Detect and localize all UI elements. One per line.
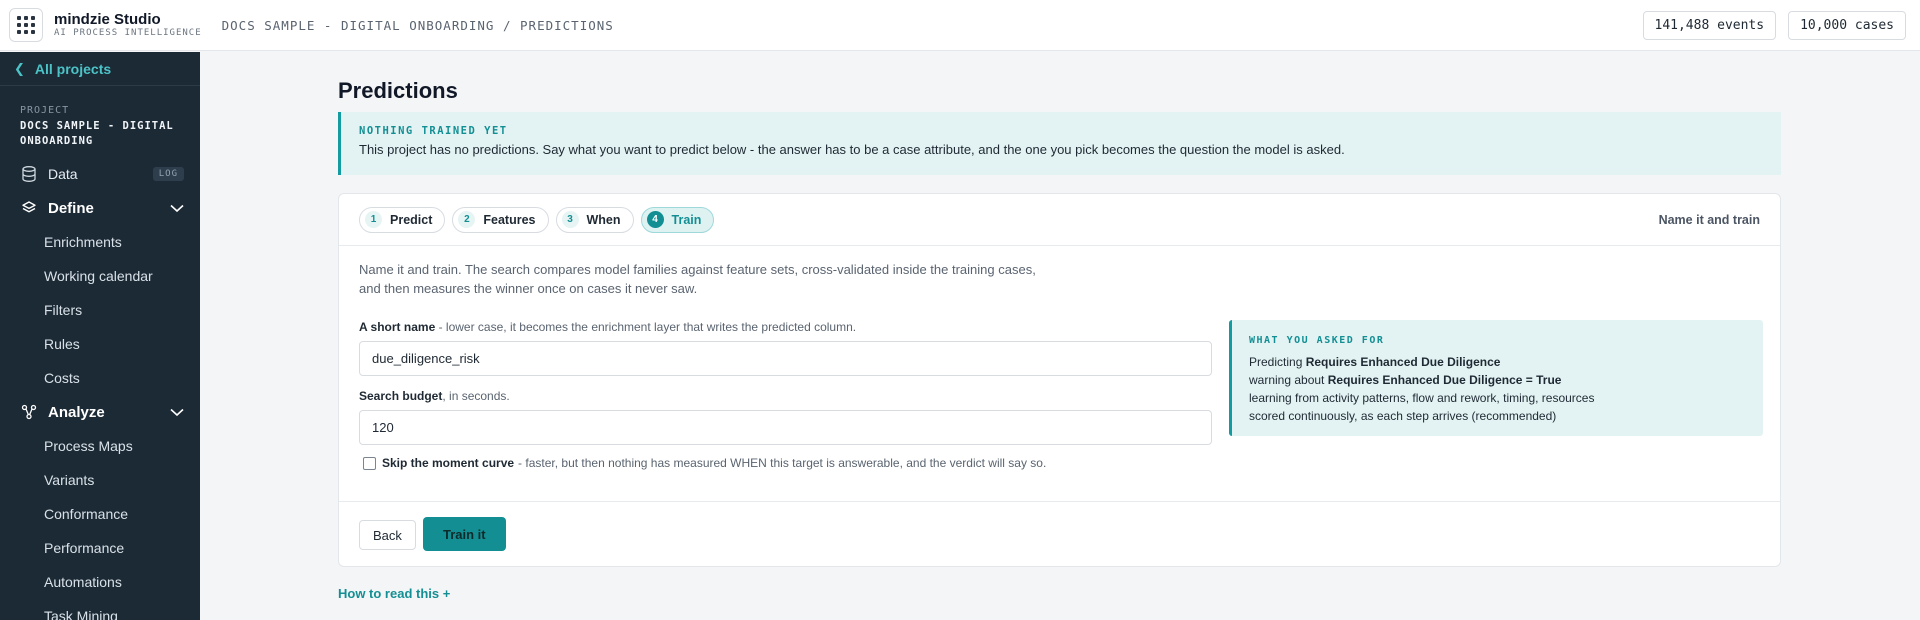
name-field-label: A short name - lower case, it becomes th… [359,320,856,334]
notice-heading: NOTHING TRAINED YET [359,125,508,137]
step-features[interactable]: 2 Features [452,206,549,233]
sidebar-item-rules[interactable]: Rules [0,327,200,361]
step-title: Name it and train [1658,212,1760,227]
asked-prefix: Predicting [1249,355,1306,369]
log-badge: LOG [152,167,184,181]
notice-body: This project has no predictions. Say wha… [359,142,1345,157]
chevron-left-icon: ❮ [14,60,25,76]
brand-name: mindzie Studio [54,11,161,28]
events-count: 141,488 events [1642,10,1777,40]
sidebar-item-conformance[interactable]: Conformance [0,497,200,531]
sidebar-section-define[interactable]: Define [0,191,200,225]
label-rest: , in seconds. [442,389,510,403]
sidebar-item-enrichments[interactable]: Enrichments [0,225,200,259]
stepper: 1 Predict 2 Features 3 When 4 Train Name… [339,194,1780,246]
grid-icon [17,16,35,34]
step-number: 1 [365,211,382,228]
step-label: When [586,212,621,227]
intro-text: Name it and train. The search compares m… [359,262,1036,296]
sidebar-item-data[interactable]: Data LOG [0,157,200,191]
sidebar-item-process-maps[interactable]: Process Maps [0,429,200,463]
all-projects-link[interactable]: ❮ All projects [0,52,200,86]
breadcrumb: DOCS SAMPLE - DIGITAL ONBOARDING / PREDI… [221,17,614,33]
chevron-down-icon [170,200,184,217]
sidebar: ❮ All projects PROJECT DOCS SAMPLE - DIG… [0,52,200,620]
budget-field-label: Search budget, in seconds. [359,389,510,403]
how-to-read-link[interactable]: How to read this + [338,586,450,601]
sidebar-item-label: Data [48,166,78,182]
project-name: DOCS SAMPLE - DIGITAL ONBOARDING [20,120,174,147]
step-train[interactable]: 4 Train [640,206,715,233]
sidebar-item-automations[interactable]: Automations [0,565,200,599]
asked-line-features: learning from activity patterns, flow an… [1249,391,1595,405]
label-bold: Search budget [359,389,443,403]
top-bar: mindzie Studio AI PROCESS INTELLIGENCE D… [0,0,1920,51]
skip-moment-curve-checkbox[interactable] [363,456,376,470]
step-number: 3 [561,211,579,228]
brand: mindzie Studio AI PROCESS INTELLIGENCE [54,11,202,39]
cases-count: 10,000 cases [1788,10,1906,40]
asked-line-scoring: scored continuously, as each step arrive… [1249,409,1557,423]
sidebar-item-performance[interactable]: Performance [0,531,200,565]
step-predict[interactable]: 1 Predict [359,206,446,233]
sidebar-item-costs[interactable]: Costs [0,361,200,395]
search-budget-input[interactable] [359,410,1212,445]
asked-value: Requires Enhanced Due Diligence [1305,355,1501,369]
main-content: Predictions NOTHING TRAINED YET This pro… [200,52,1920,620]
sidebar-section-analyze[interactable]: Analyze [0,395,200,429]
sidebar-section-label: Analyze [48,403,105,421]
sidebar-item-filters[interactable]: Filters [0,293,200,327]
notice-banner: NOTHING TRAINED YET This project has no … [338,112,1781,175]
train-it-button[interactable]: Train it [423,517,506,551]
skip-moment-curve-row: Skip the moment curve - faster, but then… [363,456,1046,470]
asked-heading: WHAT YOU ASKED FOR [1249,335,1385,346]
asked-line-warning: warning about Requires Enhanced Due Dili… [1249,371,1746,389]
step-label: Features [483,212,536,227]
step-when[interactable]: 3 When [555,206,634,233]
checkbox-label-rest: - faster, but then nothing has measured … [518,456,1047,470]
sidebar-item-variants[interactable]: Variants [0,463,200,497]
project-label: PROJECT [20,105,70,116]
train-card: 1 Predict 2 Features 3 When 4 Train Name… [338,193,1781,567]
back-button[interactable]: Back [359,520,416,550]
chevron-down-icon [170,404,184,421]
page-title: Predictions [338,78,458,103]
what-you-asked-for-panel: WHAT YOU ASKED FOR Predicting Requires E… [1229,320,1763,436]
short-name-input[interactable] [359,341,1212,376]
database-icon [20,166,38,182]
all-projects-label: All projects [34,60,112,77]
sidebar-section-label: Define [48,199,94,217]
step-number: 2 [458,211,476,228]
layers-icon [20,200,38,216]
step-number: 4 [646,211,664,228]
brand-subtitle: AI PROCESS INTELLIGENCE [54,28,202,38]
asked-prefix: warning about [1249,373,1328,387]
sidebar-item-working-calendar[interactable]: Working calendar [0,259,200,293]
asked-value: Requires Enhanced Due Diligence = True [1327,373,1562,387]
card-footer: Back Train it [339,501,1780,567]
step-label: Predict [390,212,433,227]
label-rest: - lower case, it becomes the enrichment … [435,320,857,334]
app-grid-button[interactable] [9,8,43,42]
sidebar-item-task-mining[interactable]: Task Mining [0,599,200,620]
checkbox-label-bold: Skip the moment curve [382,456,515,470]
label-bold: A short name [359,320,436,334]
step-label: Train [671,212,702,227]
network-icon [20,404,38,420]
asked-line-target: Predicting Requires Enhanced Due Diligen… [1249,353,1746,371]
